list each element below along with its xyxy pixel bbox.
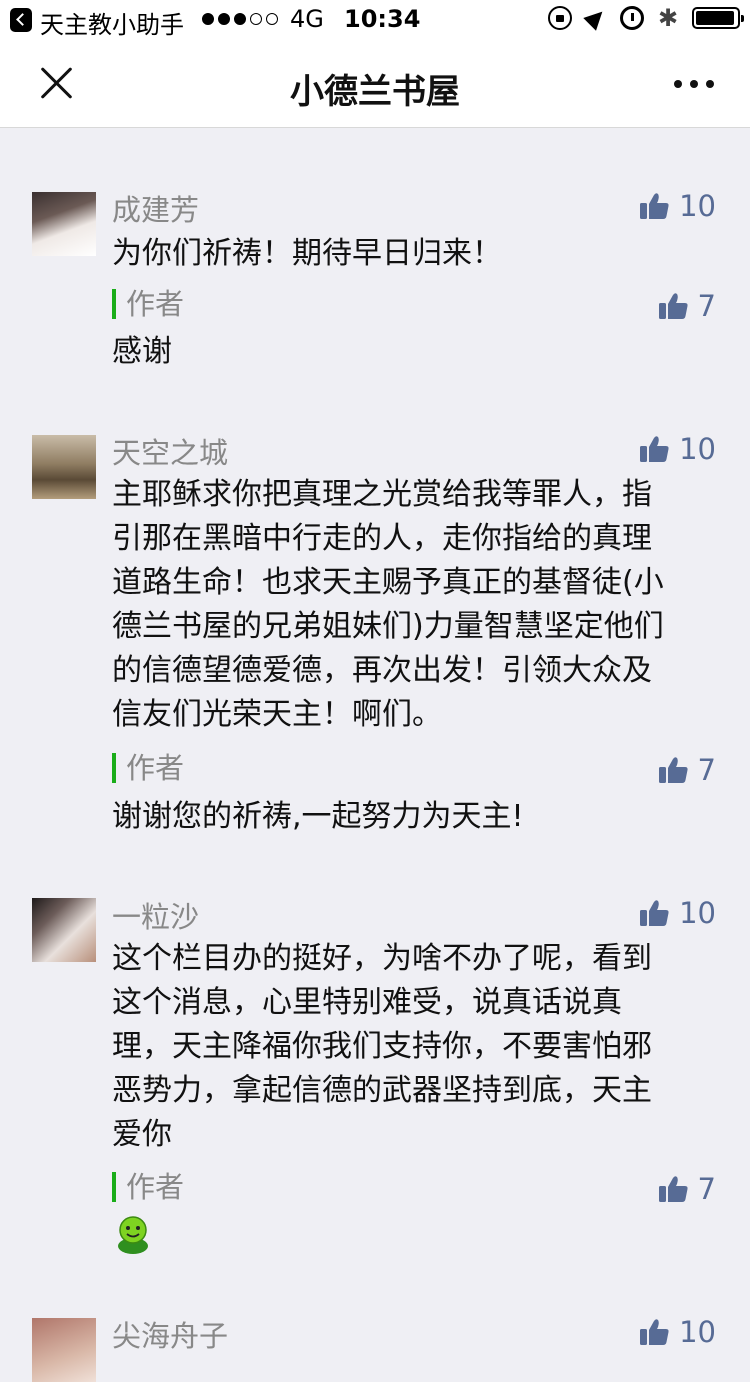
comment-text: 这个栏目办的挺好，为啥不办了呢，看到 这个消息，心里特别难受，说真话说真 理，天… [112,937,712,1157]
thumbs-up-icon [640,193,669,219]
author-reply-text: 感谢 [112,334,172,369]
thumbs-up-icon [640,900,669,926]
clock: 10:34 [344,5,421,33]
like-button[interactable]: 10 [639,432,716,466]
comment-username: 一粒沙 [112,900,200,934]
bluetooth-icon: ✱ [657,4,679,32]
avatar[interactable] [32,898,96,962]
thumbs-up-icon [658,293,688,319]
like-count: 7 [697,289,716,323]
comment-text: 主耶稣求你把真理之光赏给我等罪人，指 引那在黑暗中行走的人，走你指给的真理 道路… [112,473,712,737]
comment-username: 成建芳 [112,193,200,227]
navigation-bar: 小德兰书屋 [0,40,750,128]
comment-text-line: 主耶稣求你把真理之光赏给我等罪人，指 [112,477,652,512]
location-icon [584,6,608,30]
thumbs-up-icon [658,1176,688,1202]
more-options-icon[interactable] [674,80,714,88]
comment-username: 尖海舟子 [112,1319,229,1353]
like-count: 10 [679,432,716,466]
comment-text: 为你们祈祷！期待早日归来！ [112,236,502,271]
author-reply-text: 谢谢您的祈祷,一起努力为天主! [112,799,524,834]
comment-text-line: 爱你 [112,1117,172,1152]
reply-like-button[interactable]: 7 [658,1172,716,1206]
comment-text-line: 这个消息，心里特别难受，说真话说真 [112,985,622,1020]
alarm-icon [620,6,644,30]
like-count: 7 [697,1172,716,1206]
avatar[interactable] [32,1318,96,1382]
avatar[interactable] [32,192,96,256]
green-smiley-icon [118,1216,148,1254]
comment-text-line: 理，天主降福你我们支持你，不要害怕邪 [112,1029,652,1064]
thumbs-up-icon [640,436,669,462]
like-button[interactable]: 10 [639,189,716,223]
comment-text-line: 这个栏目办的挺好，为啥不办了呢，看到 [112,941,652,976]
comment-text-line: 道路生命！也求天主赐予真正的基督徒(小 [112,565,664,600]
like-count: 7 [697,753,716,787]
author-reply-label: 作者 [112,753,184,783]
status-bar: 天主教小助手 4G 10:34 ✱ [0,0,750,40]
author-reply-label: 作者 [112,289,184,319]
comment-text-line: 的信德望德爱德，再次出发！引领大众及 [112,653,652,688]
like-count: 10 [679,896,716,930]
reply-like-button[interactable]: 7 [658,753,716,787]
back-to-app-icon[interactable] [10,8,32,32]
avatar[interactable] [32,435,96,499]
comment-text-line: 恶势力，拿起信德的武器坚持到底，天主 [112,1073,652,1108]
reply-like-button[interactable]: 7 [658,289,716,323]
thumbs-up-icon [640,1319,669,1345]
like-button[interactable]: 10 [639,896,716,930]
comment-text-line: 德兰书屋的兄弟姐妹们)力量智慧坚定他们 [112,609,664,644]
comment-username: 天空之城 [112,436,229,470]
comment-text-line: 信友们光荣天主！啊们。 [112,697,442,732]
battery-icon [692,7,744,29]
signal-strength-icon [202,13,278,25]
carrier-name: 天主教小助手 [40,11,184,39]
like-button[interactable]: 10 [639,1315,716,1349]
author-reply-label: 作者 [112,1172,184,1202]
comment-text-line: 引那在黑暗中行走的人，走你指给的真理 [112,521,652,556]
like-count: 10 [679,189,716,223]
network-type: 4G [290,5,324,33]
thumbs-up-icon [658,757,688,783]
rotation-lock-icon [548,6,572,30]
like-count: 10 [679,1315,716,1349]
page-title: 小德兰书屋 [290,72,460,112]
